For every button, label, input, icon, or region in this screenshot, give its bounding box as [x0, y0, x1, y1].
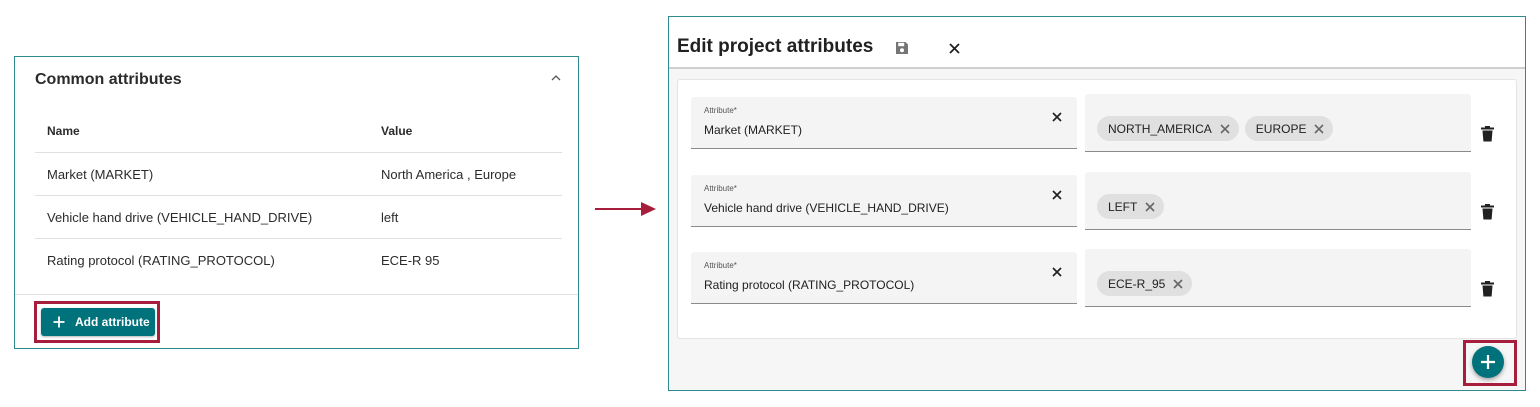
card-footer-divider: [15, 294, 578, 295]
attribute-select-field[interactable]: Attribute* Vehicle hand drive (VEHICLE_H…: [691, 175, 1077, 227]
attribute-select-field[interactable]: Attribute* Rating protocol (RATING_PROTO…: [691, 252, 1077, 304]
attribute-value: left: [381, 210, 399, 225]
column-header-name: Name: [47, 124, 80, 138]
chip-list: ECE-R_95: [1097, 271, 1198, 296]
attribute-field-value: Vehicle hand drive (VEHICLE_HAND_DRIVE): [704, 201, 949, 215]
close-icon[interactable]: [1314, 123, 1325, 134]
trash-icon[interactable]: [1481, 281, 1494, 297]
table-row: Vehicle hand drive (VEHICLE_HAND_DRIVE) …: [35, 196, 562, 239]
value-chip-field[interactable]: LEFT: [1085, 172, 1471, 230]
attribute-field-label: Attribute*: [704, 106, 737, 115]
value-chip: LEFT: [1097, 194, 1165, 219]
chip-label: NORTH_AMERICA: [1108, 121, 1212, 136]
close-icon[interactable]: [1052, 190, 1062, 200]
attribute-name: Market (MARKET): [47, 167, 154, 182]
close-icon[interactable]: [1145, 201, 1155, 212]
value-chip-field[interactable]: ECE-R_95: [1085, 249, 1471, 307]
close-icon[interactable]: [1173, 278, 1183, 289]
attribute-value: ECE-R 95: [381, 253, 440, 268]
table-row: Rating protocol (RATING_PROTOCOL) ECE-R …: [35, 239, 562, 282]
chip-label: EUROPE: [1255, 121, 1307, 136]
value-chip: ECE-R_95: [1097, 271, 1193, 296]
table-header: Name Value: [35, 110, 562, 153]
value-chip: NORTH_AMERICA: [1097, 116, 1239, 141]
arrow-right-icon: [595, 202, 656, 216]
chip-list: LEFT: [1097, 194, 1170, 219]
trash-icon[interactable]: [1481, 204, 1494, 220]
column-header-value: Value: [381, 124, 413, 138]
add-attribute-label: Add attribute: [75, 315, 150, 329]
chip-list: NORTH_AMERICA EUROPE: [1097, 116, 1339, 141]
attribute-name: Rating protocol (RATING_PROTOCOL): [47, 253, 275, 268]
dialog-title: Edit project attributes: [677, 36, 874, 57]
attribute-field-label: Attribute*: [704, 184, 737, 193]
attribute-field-value: Rating protocol (RATING_PROTOCOL): [704, 278, 915, 292]
close-icon[interactable]: [949, 43, 960, 54]
attribute-field-label: Attribute*: [704, 261, 737, 270]
add-attribute-button[interactable]: Add attribute: [41, 308, 155, 336]
add-attribute-row-button[interactable]: [1472, 346, 1504, 378]
plus-icon: [1481, 355, 1495, 369]
dialog-header: Edit project attributes: [669, 17, 1525, 69]
trash-icon[interactable]: [1481, 126, 1494, 142]
chip-label: ECE-R_95: [1108, 276, 1166, 291]
chip-label: LEFT: [1108, 199, 1138, 214]
value-chip-field[interactable]: NORTH_AMERICA EUROPE: [1085, 94, 1471, 152]
save-icon[interactable]: [895, 41, 909, 55]
attribute-name: Vehicle hand drive (VEHICLE_HAND_DRIVE): [47, 210, 313, 225]
attributes-container: Attribute* Market (MARKET) NORTH_AMERICA…: [677, 79, 1517, 339]
attribute-value: North America , Europe: [381, 167, 517, 182]
edit-project-attributes-dialog: Edit project attributes Attribute* Marke…: [668, 16, 1526, 391]
card-title: Common attributes: [35, 71, 182, 88]
value-chip: EUROPE: [1244, 116, 1334, 141]
close-icon[interactable]: [1052, 112, 1062, 122]
plus-icon: [53, 316, 65, 328]
attribute-select-field[interactable]: Attribute* Market (MARKET): [691, 97, 1077, 149]
common-attributes-card: Common attributes Name Value Market (MAR…: [14, 56, 579, 349]
chevron-up-icon[interactable]: [550, 73, 562, 83]
close-icon[interactable]: [1052, 267, 1062, 277]
close-icon[interactable]: [1220, 123, 1230, 134]
attribute-field-value: Market (MARKET): [704, 123, 803, 137]
table-row: Market (MARKET) North America , Europe: [35, 153, 562, 196]
